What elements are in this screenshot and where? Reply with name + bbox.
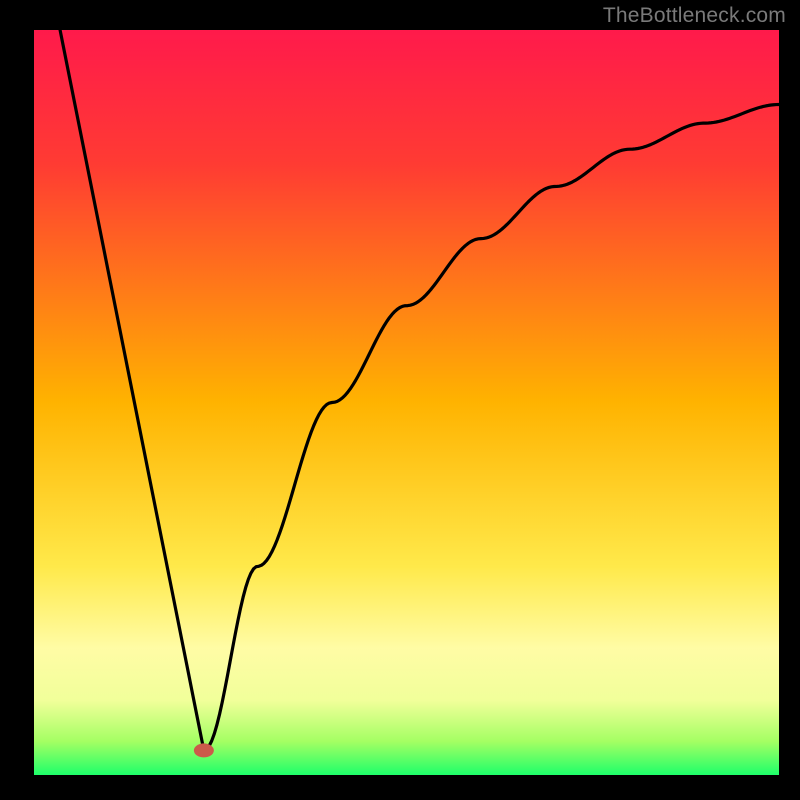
watermark-text: TheBottleneck.com: [603, 4, 786, 28]
chart-canvas: [0, 0, 800, 800]
chart-frame: TheBottleneck.com: [0, 0, 800, 800]
dip-marker: [194, 743, 214, 757]
plot-background: [34, 30, 779, 775]
